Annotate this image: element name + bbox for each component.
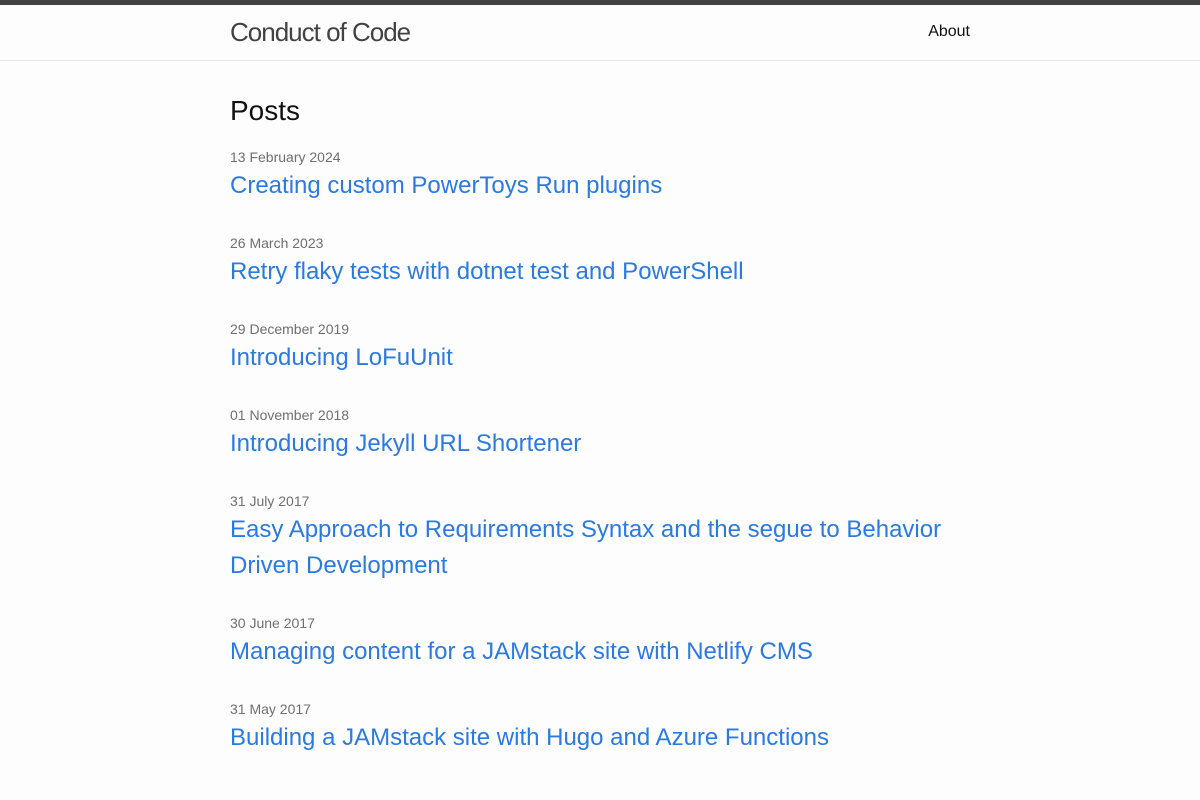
post-date: 29 December 2019 — [230, 321, 350, 337]
post-date: 31 May 2017 — [230, 701, 311, 717]
site-nav: About — [928, 22, 970, 42]
post-list-item: 31 July 2017 Easy Approach to Requiremen… — [230, 493, 970, 584]
post-list-item: 26 March 2023 Retry flaky tests with dot… — [230, 235, 970, 290]
post-title-link[interactable]: Creating custom PowerToys Run plugins — [230, 168, 970, 204]
post-title-link[interactable]: Introducing Jekyll URL Shortener — [230, 426, 970, 462]
post-title-link[interactable]: Introducing LoFuUnit — [230, 340, 970, 376]
nav-about-link[interactable]: About — [928, 23, 970, 40]
post-list-item: 13 February 2024 Creating custom PowerTo… — [230, 149, 970, 204]
post-title-link[interactable]: Building a JAMstack site with Hugo and A… — [230, 720, 970, 756]
post-date: 13 February 2024 — [230, 149, 341, 165]
post-date: 26 March 2023 — [230, 235, 324, 251]
site-title-link[interactable]: Conduct of Code — [230, 17, 411, 47]
post-list-item: 31 May 2017 Building a JAMstack site wit… — [230, 701, 970, 756]
content-wrapper: Posts 13 February 2024 Creating custom P… — [230, 93, 970, 756]
page-content: Posts 13 February 2024 Creating custom P… — [0, 61, 1200, 756]
post-list-item: 30 June 2017 Managing content for a JAMs… — [230, 615, 970, 670]
page-title: Posts — [230, 95, 301, 126]
post-title-link[interactable]: Easy Approach to Requirements Syntax and… — [230, 512, 970, 584]
post-list-item: 01 November 2018 Introducing Jekyll URL … — [230, 407, 970, 462]
site-header: Conduct of Code About — [0, 5, 1200, 61]
post-title-link[interactable]: Retry flaky tests with dotnet test and P… — [230, 254, 970, 290]
post-list: 13 February 2024 Creating custom PowerTo… — [230, 149, 970, 756]
post-title-link[interactable]: Managing content for a JAMstack site wit… — [230, 634, 970, 670]
post-list-item: 29 December 2019 Introducing LoFuUnit — [230, 321, 970, 376]
post-date: 31 July 2017 — [230, 493, 310, 509]
post-date: 30 June 2017 — [230, 615, 315, 631]
post-date: 01 November 2018 — [230, 407, 350, 423]
